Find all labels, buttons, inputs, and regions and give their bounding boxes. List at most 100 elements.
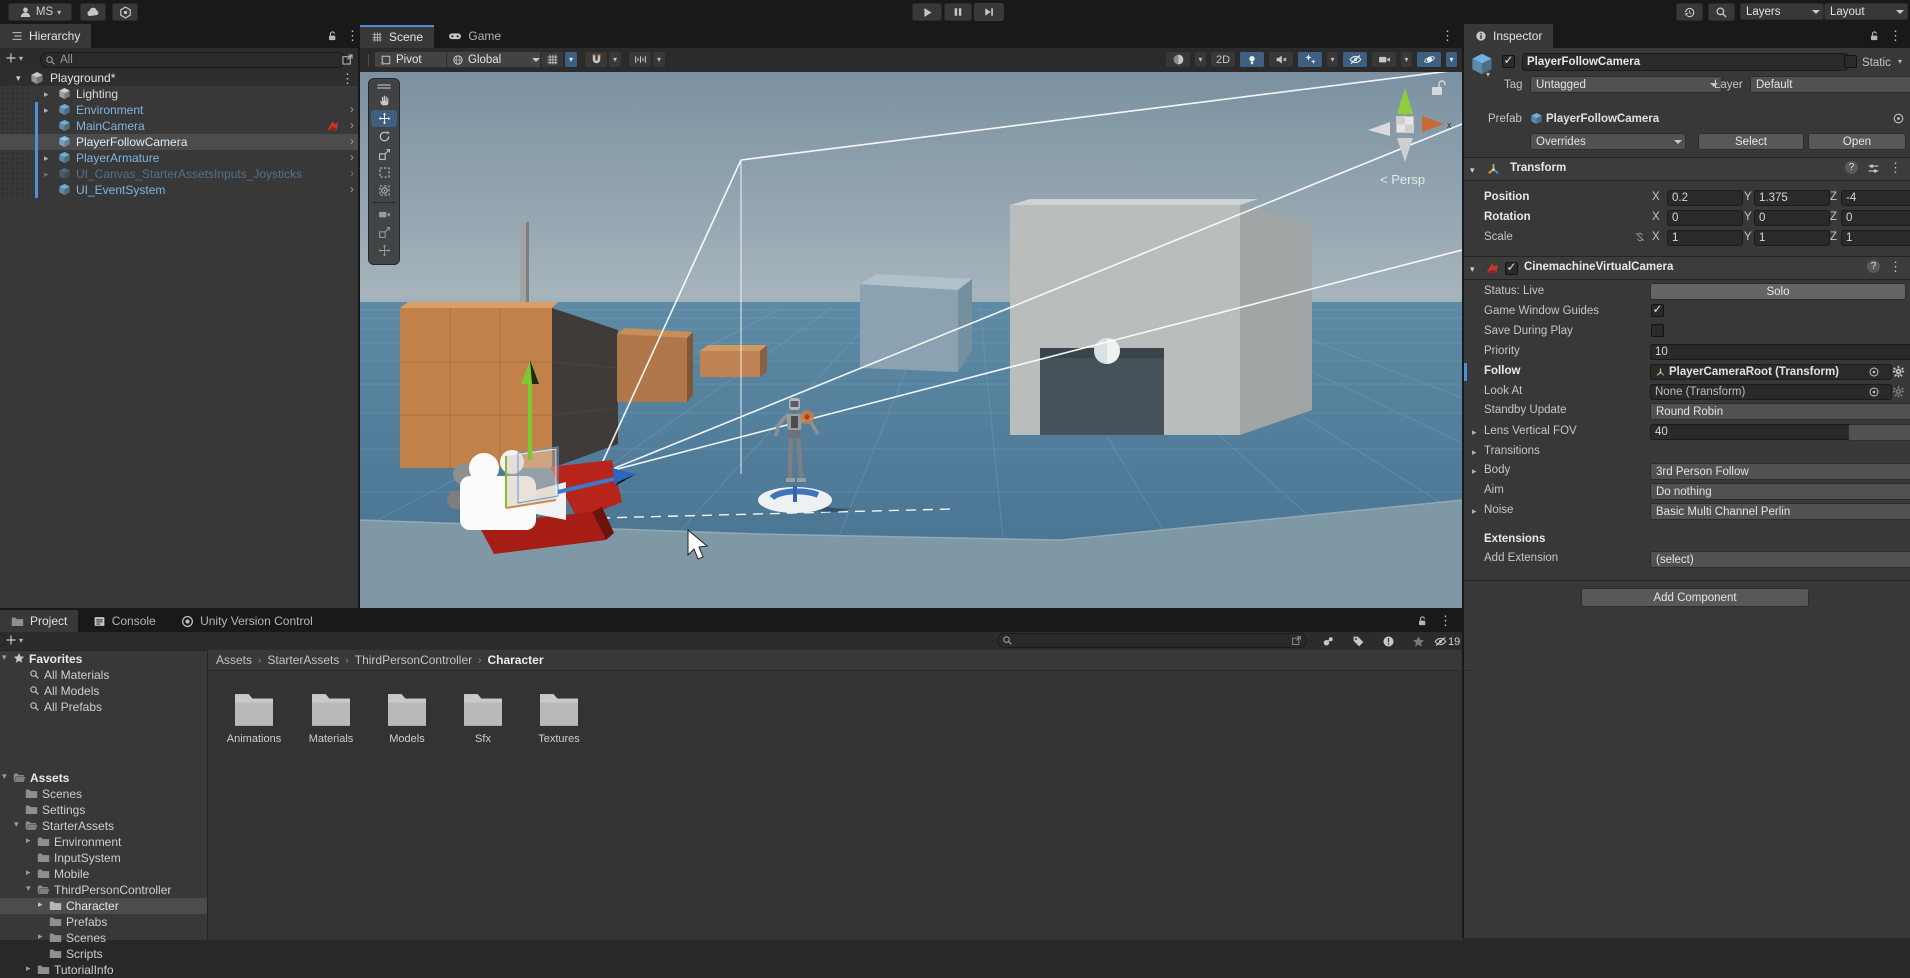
position-z-field[interactable]: -4 (1841, 190, 1910, 206)
move-tool[interactable] (371, 110, 397, 127)
body-dropdown[interactable]: 3rd Person Follow (1650, 463, 1910, 480)
kebab-menu-icon[interactable]: ⋮ (1889, 28, 1902, 44)
open-in-window-icon[interactable] (341, 53, 354, 66)
divider[interactable] (358, 24, 360, 608)
project-add-button[interactable]: ▾ (5, 634, 23, 646)
prefab-chevron-icon[interactable]: › (350, 166, 354, 180)
foldout-open-icon[interactable]: ▾ (2, 652, 7, 663)
foldout-closed-icon[interactable]: ▸ (1472, 427, 1477, 438)
select-button[interactable]: Select (1698, 133, 1804, 150)
shading-mode-dropdown[interactable]: ▾ (1194, 51, 1207, 68)
grid-size-dropdown[interactable]: ▾ (652, 51, 666, 68)
kebab-menu-icon[interactable]: ⋮ (341, 71, 354, 87)
foldout-closed-icon[interactable]: ▸ (44, 153, 49, 164)
tag-dropdown[interactable]: Untagged (1530, 76, 1722, 93)
lookat-object-field[interactable]: None (Transform) (1650, 384, 1892, 400)
open-in-window-icon[interactable] (1291, 635, 1302, 646)
open-button[interactable]: Open (1808, 133, 1906, 150)
kebab-menu-icon[interactable]: ⋮ (1439, 613, 1452, 629)
add-extension-dropdown[interactable]: (select) (1650, 551, 1910, 568)
rotation-y-field[interactable]: 0 (1754, 210, 1830, 226)
asset-folder-models[interactable]: Models (369, 690, 445, 745)
asset-folder-animations[interactable]: Animations (216, 690, 292, 745)
scene-header-row[interactable]: ▾ Playground* ⋮ (0, 70, 360, 86)
tree-inputsystem[interactable]: InputSystem (0, 850, 207, 866)
scale-tool[interactable] (371, 146, 397, 163)
tree-scripts[interactable]: Scripts (0, 946, 207, 962)
link-off-icon[interactable] (1634, 231, 1646, 243)
foldout-closed-icon[interactable]: ▸ (1472, 466, 1477, 477)
rect-tool[interactable] (371, 164, 397, 181)
static-checkbox[interactable] (1844, 55, 1857, 68)
tree-character[interactable]: ▸ Character (0, 898, 207, 914)
tab-hierarchy[interactable]: Hierarchy (0, 24, 91, 48)
help-icon[interactable]: ? (1867, 260, 1880, 273)
cinemachine-header[interactable]: ▾ CinemachineVirtualCamera ? ⋮ (1464, 256, 1910, 280)
tree-environment[interactable]: ▸ Environment (0, 834, 207, 850)
follow-object-field[interactable]: PlayerCameraRoot (Transform) (1650, 364, 1892, 380)
lock-icon[interactable] (1416, 615, 1428, 627)
tab-inspector[interactable]: Inspector (1464, 24, 1553, 48)
foldout-open-icon[interactable]: ▾ (16, 73, 21, 84)
object-picker-icon[interactable] (1868, 366, 1880, 378)
cinemachine-fov-tool[interactable] (371, 206, 397, 223)
position-x-field[interactable]: 0.2 (1667, 190, 1743, 206)
transform-header[interactable]: ▾ Transform ? ⋮ (1464, 157, 1910, 181)
asset-folder-sfx[interactable]: Sfx (445, 690, 521, 745)
lens-mode-dropdown[interactable] (1848, 424, 1910, 441)
kebab-menu-icon[interactable]: ⋮ (1441, 28, 1454, 44)
2d-toggle[interactable]: 2D (1210, 51, 1236, 68)
breadcrumb-starterassets[interactable]: StarterAssets (267, 653, 339, 667)
rotation-x-field[interactable]: 0 (1667, 210, 1743, 226)
foldout-open-icon[interactable]: ▾ (2, 771, 7, 782)
foldout-closed-icon[interactable]: ▸ (38, 899, 43, 910)
camera-settings-button[interactable] (1371, 51, 1397, 68)
shading-mode-button[interactable] (1165, 51, 1191, 68)
foldout-closed-icon[interactable]: ▸ (38, 931, 43, 942)
perspective-label[interactable]: < Persp (1380, 172, 1425, 187)
foldout-closed-icon[interactable]: ▸ (26, 963, 31, 974)
component-enabled-checkbox[interactable] (1505, 262, 1518, 275)
transform-tool[interactable] (371, 182, 397, 199)
layer-dropdown[interactable]: Default (1750, 76, 1910, 93)
gizmos-toggle[interactable] (1416, 51, 1442, 68)
tree-favorites[interactable]: ▾ Favorites (0, 651, 207, 667)
aim-dropdown[interactable]: Do nothing (1650, 483, 1910, 500)
drag-handle-icon[interactable] (377, 84, 391, 86)
gear-icon-disabled[interactable] (1892, 385, 1905, 398)
hierarchy-item-playerfollowcamera[interactable]: PlayerFollowCamera › (0, 134, 360, 150)
gear-icon[interactable] (1892, 365, 1905, 378)
tree-assets[interactable]: ▾ Assets (0, 770, 207, 786)
hierarchy-item-ui-eventsystem[interactable]: UI_EventSystem › (0, 182, 360, 198)
tree-scenes[interactable]: Scenes (0, 786, 207, 802)
foldout-closed-icon[interactable]: ▸ (26, 835, 31, 846)
hierarchy-item-lighting[interactable]: ▸ Lighting (0, 86, 360, 102)
asset-folder-textures[interactable]: Textures (521, 690, 597, 745)
lock-icon[interactable] (326, 30, 338, 42)
effects-dropdown[interactable]: ▾ (1326, 51, 1339, 68)
foldout-open-icon[interactable]: ▾ (1470, 165, 1475, 176)
chevron-down-icon[interactable]: ▾ (1486, 70, 1490, 79)
global-search-button[interactable] (1708, 3, 1735, 21)
audio-toggle[interactable] (1268, 51, 1294, 68)
prefab-chevron-icon[interactable]: › (350, 150, 354, 164)
tab-unity-version-control[interactable]: Unity Version Control (170, 610, 324, 632)
pause-button[interactable] (944, 3, 972, 21)
gizmos-dropdown[interactable]: ▾ (1445, 51, 1458, 68)
tree-starterassets[interactable]: ▾ StarterAssets (0, 818, 207, 834)
account-menu[interactable]: MS ▾ (8, 3, 72, 21)
tab-project[interactable]: Project (0, 610, 78, 632)
tree-settings[interactable]: Settings (0, 802, 207, 818)
lighting-toggle[interactable] (1239, 51, 1265, 68)
prefab-chevron-icon[interactable]: › (350, 118, 354, 132)
tree-scenes-tpc[interactable]: ▸ Scenes (0, 930, 207, 946)
prefab-chevron-icon[interactable]: › (350, 182, 354, 196)
foldout-closed-icon[interactable]: ▸ (26, 867, 31, 878)
hierarchy-item-environment[interactable]: ▸ Environment › (0, 102, 360, 118)
layout-dropdown[interactable]: Layout (1824, 3, 1908, 20)
breadcrumb-assets[interactable]: Assets (216, 653, 252, 667)
foldout-open-icon[interactable]: ▾ (1470, 264, 1475, 275)
grid-visibility-dropdown[interactable]: ▾ (564, 51, 578, 68)
cinemachine-offset-tool[interactable] (371, 242, 397, 259)
foldout-closed-icon[interactable]: ▸ (44, 89, 49, 100)
